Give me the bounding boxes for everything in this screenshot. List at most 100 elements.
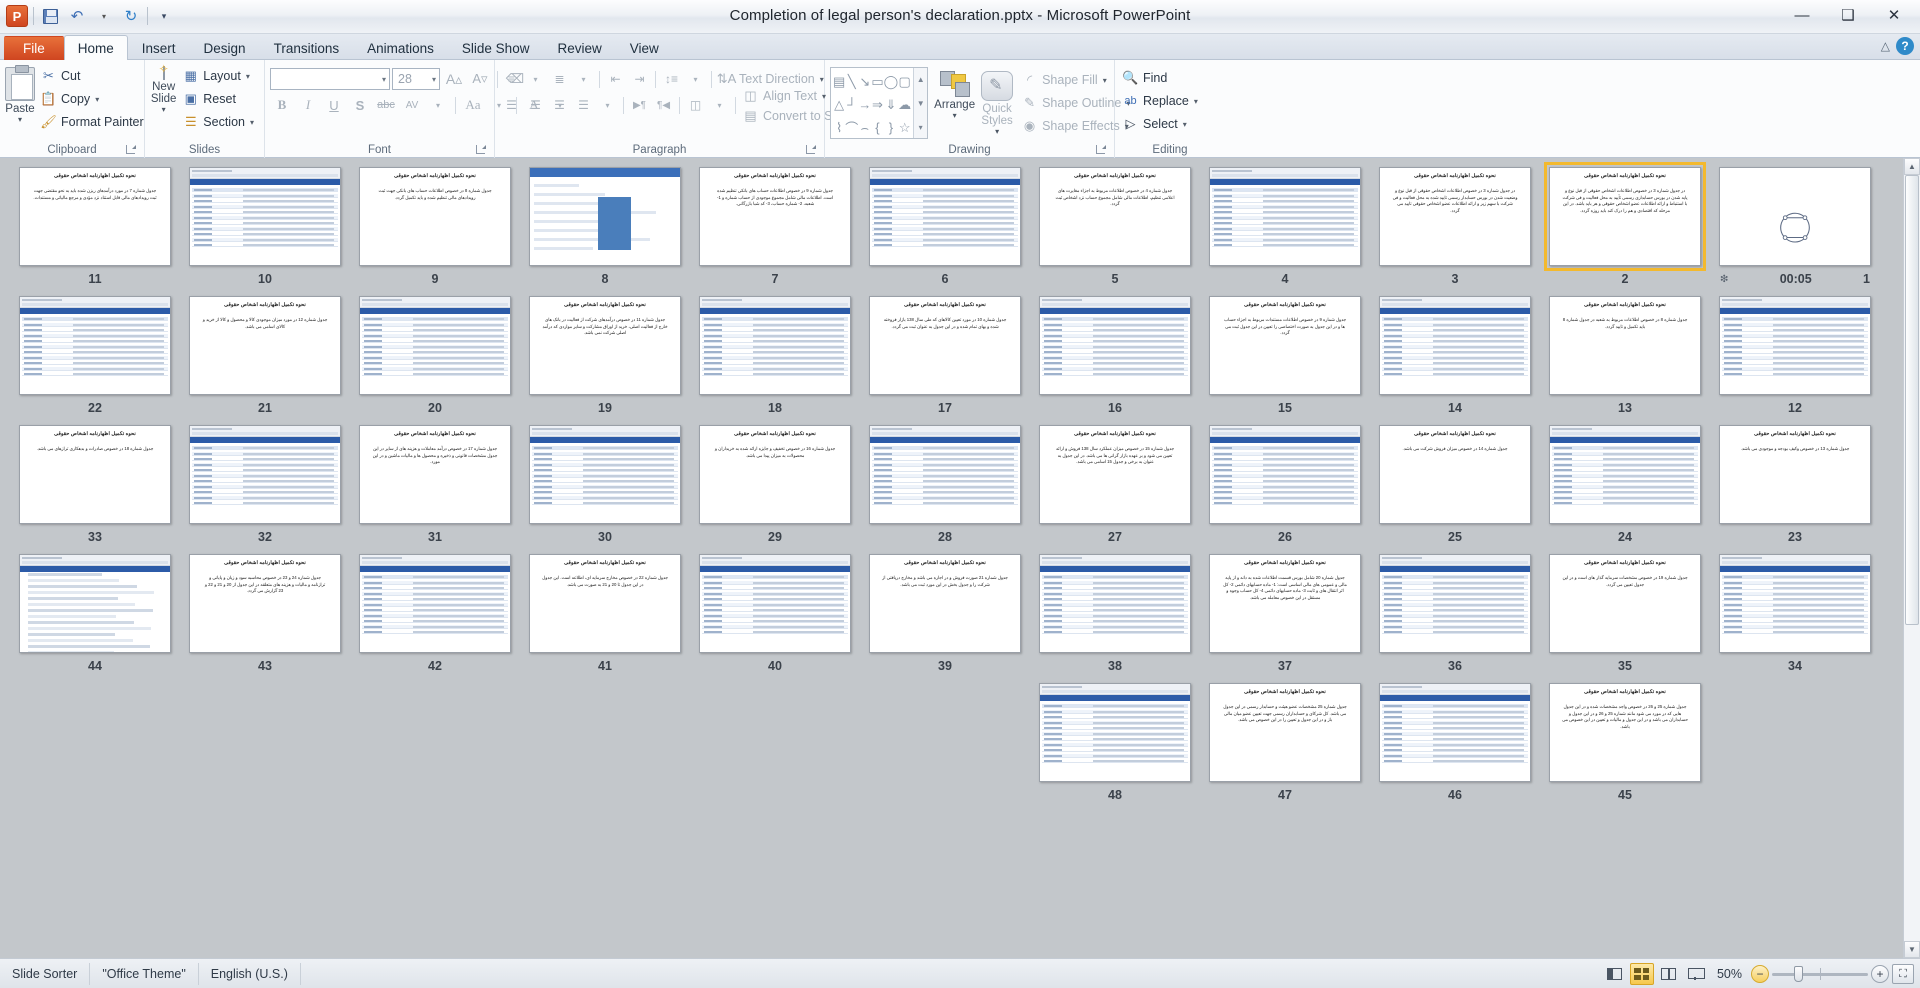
slide-thumbnail[interactable]: نحوه تکمیل اظهارنامه اشخاص حقوقی در جدول … <box>1379 167 1531 266</box>
columns-button[interactable]: ◫ <box>684 94 707 116</box>
scrollbar-track[interactable] <box>1904 175 1920 941</box>
character-spacing-button[interactable]: AV <box>400 94 424 116</box>
slide-thumbnail[interactable] <box>1379 683 1531 782</box>
slide-cell[interactable]: 24 <box>1540 422 1710 551</box>
slide-cell[interactable]: نحوه تکمیل اظهارنامه اشخاص حقوقی جدول شما… <box>350 164 520 293</box>
slide-cell[interactable]: نحوه تکمیل اظهارنامه اشخاص حقوقی جدول شما… <box>1030 164 1200 293</box>
slide-thumbnail-wrapper[interactable]: نحوه تکمیل اظهارنامه اشخاص حقوقی در جدول … <box>1374 164 1536 269</box>
shrink-font-button[interactable]: A▿ <box>468 68 492 90</box>
tab-animations[interactable]: Animations <box>353 35 448 60</box>
slide-thumbnail-wrapper[interactable] <box>1204 422 1366 527</box>
numbering-button[interactable]: ≣ <box>548 68 571 90</box>
slide-thumbnail-wrapper[interactable] <box>1374 551 1536 656</box>
slide-thumbnail-wrapper[interactable] <box>694 551 856 656</box>
slide-cell[interactable]: 10 <box>180 164 350 293</box>
shapes-gallery-scrollbar[interactable]: ▲ ▼ ▾ <box>913 68 928 138</box>
line-shape-icon[interactable]: ╲ <box>845 70 858 93</box>
scroll-down-icon[interactable]: ▼ <box>914 92 927 114</box>
slide-thumbnail-wrapper[interactable]: نحوه تکمیل اظهارنامه اشخاص حقوقی جدول شما… <box>1714 422 1876 527</box>
slide-cell[interactable]: 36 <box>1370 551 1540 680</box>
reset-button[interactable]: ▣ Reset <box>180 88 259 110</box>
slide-thumbnail[interactable] <box>1039 296 1191 395</box>
slide-cell[interactable]: نحوه تکمیل اظهارنامه اشخاص حقوقی جدول شما… <box>10 164 180 293</box>
tab-transitions[interactable]: Transitions <box>260 35 354 60</box>
new-slide-button[interactable]: ✧ New Slide ▾ <box>150 62 177 114</box>
find-button[interactable]: 🔍 Find <box>1120 67 1203 89</box>
slide-thumbnail-wrapper[interactable]: نحوه تکمیل اظهارنامه اشخاص حقوقی جدول شما… <box>1374 422 1536 527</box>
slide-thumbnail[interactable] <box>869 425 1021 524</box>
chevron-down-icon[interactable]: ▾ <box>432 75 436 84</box>
tab-insert[interactable]: Insert <box>128 35 190 60</box>
slide-thumbnail[interactable] <box>1719 296 1871 395</box>
slide-cell[interactable]: نحوه تکمیل اظهارنامه اشخاص حقوقی در جدول … <box>1370 164 1540 293</box>
slide-thumbnail-wrapper[interactable] <box>524 422 686 527</box>
chevron-down-icon[interactable]: ▾ <box>524 68 547 90</box>
star-shape-icon[interactable]: ☆ <box>898 116 911 139</box>
slide-thumbnail[interactable] <box>1379 296 1531 395</box>
clipboard-dialog-launcher[interactable] <box>126 145 136 154</box>
slide-thumbnail-wrapper[interactable] <box>184 164 346 269</box>
zoom-out-button[interactable]: − <box>1751 965 1769 983</box>
slide-thumbnail[interactable]: نحوه تکمیل اظهارنامه اشخاص حقوقی جدول شما… <box>1719 425 1871 524</box>
slide-thumbnail[interactable]: نحوه تکمیل اظهارنامه اشخاص حقوقی جدول شما… <box>529 296 681 395</box>
slide-cell[interactable]: نحوه تکمیل اظهارنامه اشخاص حقوقی جدول شما… <box>1030 422 1200 551</box>
more-shapes-icon[interactable]: ▾ <box>914 116 927 138</box>
slide-thumbnail-wrapper[interactable] <box>1034 293 1196 398</box>
arc-shape-icon[interactable]: ⌢ <box>858 116 871 139</box>
tab-view[interactable]: View <box>616 35 673 60</box>
slide-cell[interactable]: 4 <box>1200 164 1370 293</box>
rectangle-shape-icon[interactable]: ▭ <box>871 70 883 93</box>
slide-thumbnail-wrapper[interactable] <box>1544 422 1706 527</box>
window-controls[interactable]: — ❑ ✕ <box>1780 2 1916 28</box>
slide-cell[interactable]: 14 <box>1370 293 1540 422</box>
slide-thumbnail[interactable]: نحوه تکمیل اظهارنامه اشخاص حقوقی جدول شما… <box>869 554 1021 653</box>
slide-cell[interactable]: 28 <box>860 422 1030 551</box>
minimize-ribbon-icon[interactable]: △ <box>1881 39 1890 53</box>
slide-thumbnail[interactable]: نحوه تکمیل اظهارنامه اشخاص حقوقی جدول شما… <box>1549 683 1701 782</box>
slide-thumbnail-wrapper[interactable]: نحوه تکمیل اظهارنامه اشخاص حقوقی جدول شما… <box>1544 293 1706 398</box>
slide-thumbnail-wrapper[interactable]: نحوه تکمیل اظهارنامه اشخاص حقوقی جدول شما… <box>1034 422 1196 527</box>
slide-thumbnail-wrapper[interactable] <box>694 293 856 398</box>
slide-cell[interactable]: ۝ ❇ 00:05 1 <box>1710 164 1880 293</box>
help-icon[interactable]: ? <box>1896 37 1914 55</box>
slide-thumbnail-wrapper[interactable]: نحوه تکمیل اظهارنامه اشخاص حقوقی جدول شما… <box>14 164 176 269</box>
slide-thumbnail[interactable] <box>1039 554 1191 653</box>
ltr-direction-button[interactable]: ▶¶ <box>628 94 651 116</box>
slide-sorter-pane[interactable]: نحوه تکمیل اظهارنامه اشخاص حقوقی جدول شما… <box>0 158 1920 958</box>
slide-thumbnail[interactable] <box>529 425 681 524</box>
scroll-up-icon[interactable]: ▲ <box>914 68 927 90</box>
slide-cell[interactable]: نحوه تکمیل اظهارنامه اشخاص حقوقی جدول شما… <box>180 293 350 422</box>
slide-cell[interactable]: نحوه تکمیل اظهارنامه اشخاص حقوقی جدول شما… <box>690 164 860 293</box>
decrease-indent-button[interactable]: ⇤ <box>604 68 627 90</box>
slide-thumbnail-wrapper[interactable]: نحوه تکمیل اظهارنامه اشخاص حقوقی جدول شما… <box>864 293 1026 398</box>
tabstrip-right-controls[interactable]: △ ? <box>1881 37 1914 55</box>
slide-thumbnail[interactable]: نحوه تکمیل اظهارنامه اشخاص حقوقی جدول شما… <box>1209 683 1361 782</box>
close-button[interactable]: ✕ <box>1872 2 1916 28</box>
slide-thumbnail-wrapper[interactable] <box>1714 293 1876 398</box>
tab-design[interactable]: Design <box>190 35 260 60</box>
slide-cell[interactable]: 26 <box>1200 422 1370 551</box>
scroll-up-button[interactable]: ▲ <box>1904 158 1920 175</box>
bullets-button[interactable]: ≡ <box>500 68 523 90</box>
slide-thumbnail-wrapper[interactable]: نحوه تکمیل اظهارنامه اشخاص حقوقی جدول شما… <box>1204 680 1366 785</box>
paragraph-dialog-launcher[interactable] <box>806 145 816 154</box>
rtl-direction-button[interactable]: ¶◀ <box>652 94 675 116</box>
slide-thumbnail[interactable]: نحوه تکمیل اظهارنامه اشخاص حقوقی جدول شما… <box>1379 425 1531 524</box>
slide-cell[interactable]: نحوه تکمیل اظهارنامه اشخاص حقوقی جدول شما… <box>1200 293 1370 422</box>
slide-cell[interactable]: نحوه تکمیل اظهارنامه اشخاص حقوقی جدول شما… <box>1710 422 1880 551</box>
slide-cell[interactable]: نحوه تکمیل اظهارنامه اشخاص حقوقی در جدول … <box>1540 162 1710 293</box>
slide-thumbnail-wrapper[interactable]: نحوه تکمیل اظهارنامه اشخاص حقوقی جدول شما… <box>184 293 346 398</box>
slide-thumbnail-wrapper[interactable] <box>1204 164 1366 269</box>
line-spacing-button[interactable]: ↕≡ <box>660 68 683 90</box>
slide-cell[interactable]: 12 <box>1710 293 1880 422</box>
slide-thumbnail[interactable] <box>699 296 851 395</box>
slide-thumbnail[interactable] <box>19 554 171 653</box>
slide-cell[interactable]: نحوه تکمیل اظهارنامه اشخاص حقوقی جدول شما… <box>180 551 350 680</box>
right-brace-shape-icon[interactable]: } <box>884 116 899 139</box>
quick-styles-button[interactable]: Quick Styles ▾ <box>981 67 1014 136</box>
minimize-button[interactable]: — <box>1780 2 1824 28</box>
slide-cell[interactable]: نحوه تکمیل اظهارنامه اشخاص حقوقی جدول شما… <box>860 293 1030 422</box>
tab-file[interactable]: File <box>4 36 64 60</box>
slide-thumbnail[interactable] <box>1209 167 1361 266</box>
slide-thumbnail-wrapper[interactable] <box>354 293 516 398</box>
